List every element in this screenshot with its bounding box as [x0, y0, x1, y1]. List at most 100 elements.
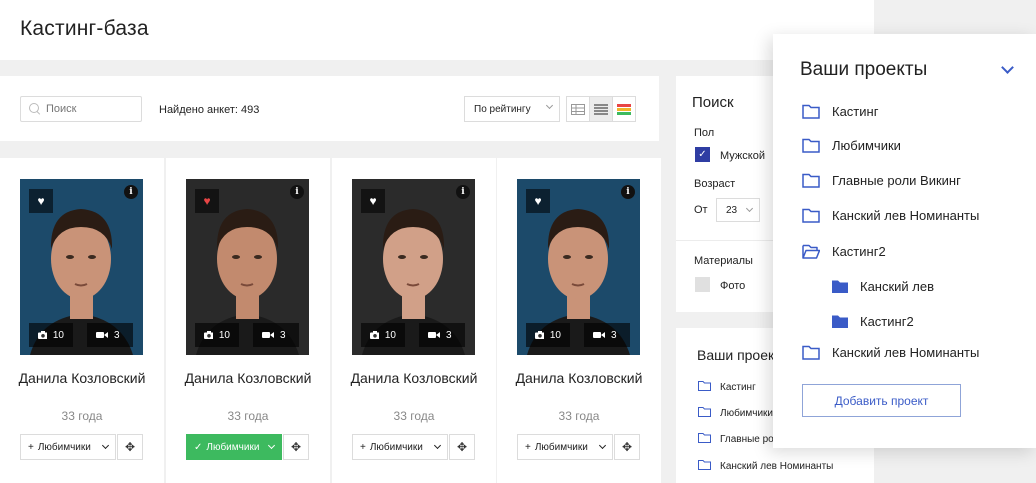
move-arrows-icon: ✥	[290, 440, 302, 454]
videos-count-badge[interactable]: 3	[253, 323, 299, 347]
folder-outline-icon	[802, 345, 820, 360]
search-icon	[29, 103, 41, 115]
add-to-project-button[interactable]: + Любимчики	[352, 434, 448, 460]
photos-count-badge[interactable]: 10	[195, 323, 239, 347]
move-button[interactable]: ✥	[117, 434, 143, 460]
actor-photo[interactable]: ♥ i 10 3	[352, 179, 475, 355]
actor-name[interactable]: Данила Козловский	[332, 370, 496, 386]
videos-count: 3	[611, 329, 617, 341]
photos-count-badge[interactable]: 10	[361, 323, 405, 347]
add-to-project-button[interactable]: + Любимчики	[20, 434, 116, 460]
photos-count: 10	[384, 329, 396, 341]
search-box[interactable]	[20, 96, 142, 122]
folder-filled-icon	[832, 315, 848, 328]
videos-count: 3	[280, 329, 286, 341]
info-icon[interactable]: i	[456, 185, 470, 199]
videos-count-badge[interactable]: 3	[419, 323, 465, 347]
project-list-item[interactable]: Канский лев Номинанты	[698, 459, 833, 473]
project-item[interactable]: Любимчики	[802, 138, 901, 153]
project-subitem[interactable]: Канский лев	[832, 279, 934, 294]
folder-icon	[698, 380, 711, 394]
color-grid-icon	[617, 103, 631, 115]
actor-card[interactable]: ♥ i 10 3 Данила Козловский 33 года ✓ Люб…	[166, 158, 330, 483]
list-view-button[interactable]	[589, 96, 613, 122]
photos-count-badge[interactable]: 10	[526, 323, 570, 347]
actor-card[interactable]: ♥ i 10 3 Данила Козловский 33 года + Люб…	[0, 158, 164, 483]
actor-name[interactable]: Данила Козловский	[497, 370, 661, 386]
age-from-select[interactable]: 23	[716, 198, 760, 222]
favorite-heart-button[interactable]: ♥	[526, 189, 550, 213]
photos-count: 10	[218, 329, 230, 341]
results-toolbar: Найдено анкет: 493 По рейтингу	[0, 76, 659, 141]
project-label: Кастинг	[720, 381, 756, 393]
project-item[interactable]: Канский лев Номинанты	[802, 345, 979, 360]
favorite-heart-button[interactable]: ♥	[361, 189, 385, 213]
materials-photo-checkbox[interactable]	[695, 277, 710, 292]
photos-count-badge[interactable]: 10	[29, 323, 73, 347]
project-item[interactable]: Канский лев Номинанты	[802, 208, 979, 223]
favorite-heart-button[interactable]: ♥	[195, 189, 219, 213]
project-label: Любимчики	[369, 441, 423, 453]
age-label: Возраст	[694, 178, 736, 190]
project-label: Канский лев	[860, 279, 935, 294]
videos-count-badge[interactable]: 3	[87, 323, 133, 347]
favorite-heart-button[interactable]: ♥	[29, 189, 53, 213]
project-item[interactable]: Кастинг2	[802, 244, 886, 259]
search-input[interactable]	[46, 103, 136, 115]
project-list-item[interactable]: Любимчики	[698, 406, 773, 420]
project-item[interactable]: Кастинг	[802, 104, 878, 119]
project-subitem[interactable]: Кастинг2	[832, 314, 914, 329]
move-button[interactable]: ✥	[449, 434, 475, 460]
project-item[interactable]: Главные роли Викинг	[802, 173, 961, 188]
info-icon[interactable]: i	[290, 185, 304, 199]
move-button[interactable]: ✥	[614, 434, 640, 460]
move-arrows-icon: ✥	[456, 440, 468, 454]
heart-icon: ♥	[369, 194, 377, 208]
videos-count: 3	[114, 329, 120, 341]
add-to-project-button[interactable]: + Любимчики	[517, 434, 613, 460]
folder-outline-icon	[802, 173, 820, 188]
page-title: Кастинг-база	[20, 17, 149, 40]
add-project-button[interactable]: Добавить проект	[802, 384, 961, 417]
project-label: Канский лев Номинанты	[720, 460, 834, 472]
actor-photo[interactable]: ♥ i 10 3	[186, 179, 309, 355]
project-label: Кастинг2	[832, 244, 886, 259]
check-icon: ✓	[194, 441, 203, 453]
video-camera-icon	[593, 332, 605, 338]
camera-icon	[38, 331, 47, 339]
chevron-down-icon	[745, 204, 754, 213]
actor-name[interactable]: Данила Козловский	[166, 370, 330, 386]
camera-icon	[204, 331, 213, 339]
project-label: Любимчики	[832, 138, 901, 153]
sort-select[interactable]: По рейтингу	[464, 96, 560, 122]
project-label: Любимчики	[206, 441, 260, 453]
info-icon[interactable]: i	[124, 185, 138, 199]
project-label: Канский лев Номинанты	[832, 208, 980, 223]
gender-male-checkbox[interactable]: ✓	[695, 147, 710, 162]
camera-icon	[370, 331, 379, 339]
actor-card[interactable]: ♥ i 10 3 Данила Козловский 33 года + Люб…	[332, 158, 496, 483]
folder-outline-icon	[802, 208, 820, 223]
table-view-icon	[571, 103, 585, 115]
videos-count: 3	[446, 329, 452, 341]
folder-icon	[698, 406, 711, 420]
color-grid-view-button[interactable]	[612, 96, 636, 122]
actor-card[interactable]: ♥ i 10 3 Данила Козловский 33 года + Люб…	[497, 158, 661, 483]
actor-photo[interactable]: ♥ i 10 3	[20, 179, 143, 355]
actor-name[interactable]: Данила Козловский	[0, 370, 164, 386]
heart-icon: ♥	[534, 194, 542, 208]
move-arrows-icon: ✥	[124, 440, 136, 454]
chevron-down-icon	[267, 441, 276, 450]
chevron-down-icon[interactable]	[1001, 61, 1014, 74]
video-camera-icon	[428, 332, 440, 338]
results-count: Найдено анкет: 493	[159, 104, 260, 116]
videos-count-badge[interactable]: 3	[584, 323, 630, 347]
add-to-project-button[interactable]: ✓ Любимчики	[186, 434, 282, 460]
table-view-button[interactable]	[566, 96, 590, 122]
move-button[interactable]: ✥	[283, 434, 309, 460]
video-camera-icon	[96, 332, 108, 338]
actor-photo[interactable]: ♥ i 10 3	[517, 179, 640, 355]
info-icon[interactable]: i	[621, 185, 635, 199]
folder-filled-icon	[832, 280, 848, 293]
project-list-item[interactable]: Кастинг	[698, 380, 756, 394]
